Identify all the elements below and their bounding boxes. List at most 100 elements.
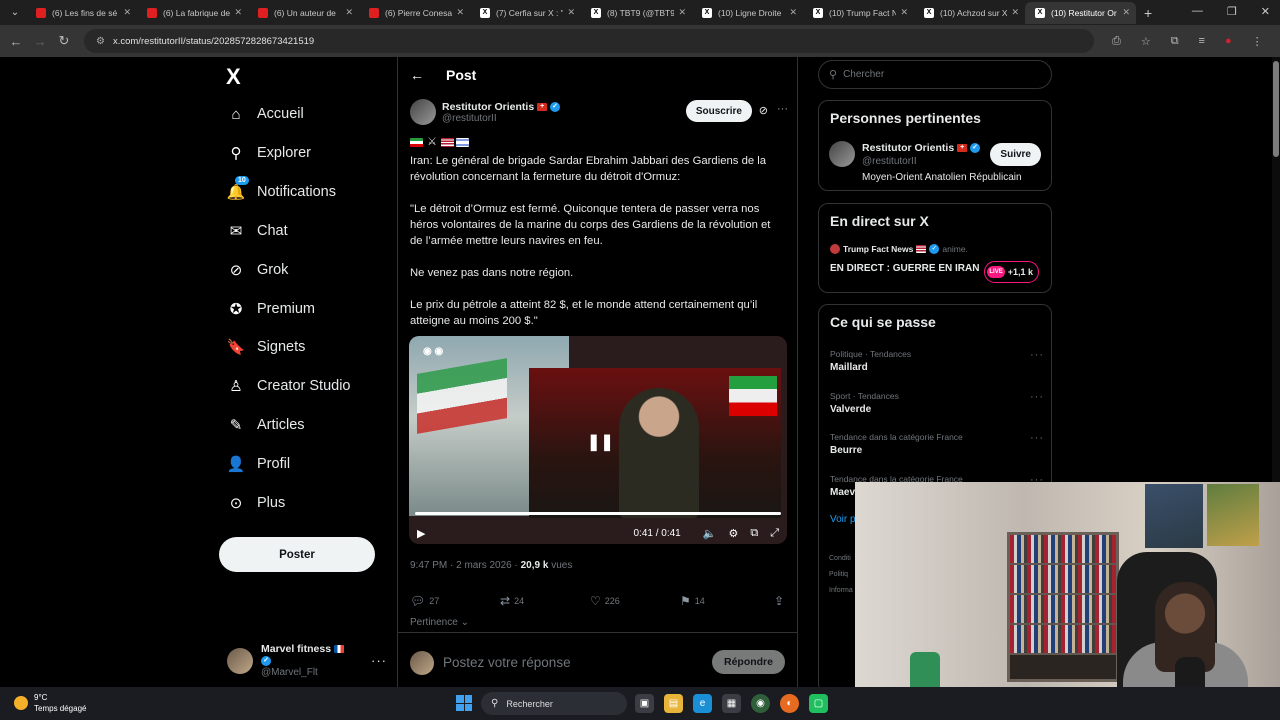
reload-icon[interactable]: ↻ xyxy=(52,33,76,49)
fullscreen-icon[interactable]: ⤢ xyxy=(770,527,779,540)
media-icon[interactable]: ≡ xyxy=(1199,35,1205,48)
browser-tab[interactable]: X (10) Ligne Droite ✕ xyxy=(692,2,803,24)
more-options-icon[interactable]: ··· xyxy=(777,103,788,115)
chrome-icon[interactable]: ◉ xyxy=(751,694,770,713)
close-tab-icon[interactable]: ✕ xyxy=(234,7,242,18)
task-view-icon[interactable]: ▣ xyxy=(635,694,654,713)
footer-link[interactable]: Conditi xyxy=(829,551,853,567)
repost-button[interactable]: ⇄ 24 xyxy=(500,594,590,608)
browser-tab[interactable]: X (10) Achzod sur X ✕ xyxy=(914,2,1025,24)
browser-tab[interactable]: (6) Les fins de sé ✕ xyxy=(26,2,137,24)
sidebar-item-accueil[interactable]: ⌂ Accueil xyxy=(227,99,303,129)
more-options-icon[interactable]: ··· xyxy=(1030,349,1044,361)
bookmark-button[interactable]: ⚑ 14 xyxy=(680,594,770,608)
follow-button[interactable]: Suivre xyxy=(990,143,1041,166)
profile-icon[interactable]: ● xyxy=(1225,35,1232,48)
edge-icon[interactable]: e xyxy=(693,694,712,713)
reply-button[interactable]: 💬︎ 27 xyxy=(410,594,500,608)
live-source[interactable]: Trump Fact News ✓ anime. xyxy=(830,244,968,254)
post-timestamp[interactable]: 9:47 PM · 2 mars 2026 · xyxy=(410,560,521,571)
sidebar-item-grok[interactable]: ⊘ Grok xyxy=(227,255,289,285)
trend-item[interactable]: Tendance dans la catégorie France Beurre ·… xyxy=(830,432,1044,456)
share-button[interactable]: ⇪ xyxy=(774,594,784,608)
restore-icon[interactable]: ❐ xyxy=(1227,5,1237,18)
sidebar-item-creator-studio[interactable]: ♙ Creator Studio xyxy=(227,371,350,401)
close-tab-icon[interactable]: ✕ xyxy=(1011,7,1019,18)
more-options-icon[interactable]: ··· xyxy=(1030,391,1044,403)
browser-tab[interactable]: (6) Pierre Conesa ✕ xyxy=(359,2,470,24)
sidebar-item-chat[interactable]: ✉ Chat xyxy=(227,216,288,246)
close-window-icon[interactable]: ✕ xyxy=(1261,5,1270,18)
close-tab-icon[interactable]: ✕ xyxy=(567,7,575,18)
author-handle[interactable]: @restitutorII xyxy=(442,113,560,124)
account-switcher[interactable]: Marvel fitness ✓ @Marvel_Flt ··· xyxy=(227,643,387,678)
avatar[interactable] xyxy=(829,141,855,167)
browser-tab[interactable]: X (10) Trump Fact N ✕ xyxy=(803,2,914,24)
close-tab-icon[interactable]: ✕ xyxy=(789,7,797,18)
more-options-icon[interactable]: ··· xyxy=(371,653,387,668)
avatar[interactable] xyxy=(410,99,436,125)
close-tab-icon[interactable]: ✕ xyxy=(678,7,686,18)
sidebar-item-notifications[interactable]: 🔔 10 Notifications xyxy=(227,175,336,207)
close-tab-icon[interactable]: ✕ xyxy=(1122,7,1130,18)
video-player[interactable]: ◉ ◉ ❚❚ ▶ 0:41 / 0:41 🔈 ⚙ ⧉ ⤢ xyxy=(409,336,787,544)
app-icon[interactable]: ▢ xyxy=(809,694,828,713)
more-options-icon[interactable]: ··· xyxy=(1030,432,1044,444)
taskbar-search[interactable]: ⚲ Rechercher xyxy=(481,692,627,715)
browser-tab[interactable]: (6) Un auteur de ✕ xyxy=(248,2,359,24)
url-field[interactable]: ⚙ x.com/restitutorII/status/202857282867… xyxy=(84,29,1094,53)
post-button[interactable]: Poster xyxy=(219,537,375,572)
footer-link[interactable]: Politiq xyxy=(829,567,853,583)
play-icon[interactable]: ▶ xyxy=(417,527,425,540)
tab-search-icon[interactable]: ⌄ xyxy=(4,2,26,24)
browser-tab[interactable]: (6) La fabrique de ✕ xyxy=(137,2,248,24)
footer-link[interactable]: Informa xyxy=(829,583,853,599)
pip-icon[interactable]: ⧉ xyxy=(750,527,758,540)
site-info-icon[interactable]: ⚙ xyxy=(96,36,105,47)
extensions-icon[interactable]: ⧉ xyxy=(1171,35,1179,48)
browser-menu-icon[interactable]: ⋮ xyxy=(1252,35,1263,48)
sidebar-item-profil[interactable]: 👤 Profil xyxy=(227,449,290,479)
forward-arrow-icon[interactable]: → xyxy=(28,34,52,49)
sidebar-item-articles[interactable]: ✎ Articles xyxy=(227,410,305,440)
subscribe-button[interactable]: Souscrire xyxy=(685,100,752,122)
close-tab-icon[interactable]: ✕ xyxy=(456,7,464,18)
pause-icon[interactable]: ❚❚ xyxy=(587,432,614,452)
firefox-icon[interactable]: ◐ xyxy=(780,694,799,713)
settings-icon[interactable]: ⚙ xyxy=(728,527,738,540)
relevant-name[interactable]: Restitutor Orientis + ✓ xyxy=(862,142,981,154)
back-arrow-icon[interactable]: ← xyxy=(4,34,28,49)
store-icon[interactable]: ▦ xyxy=(722,694,741,713)
sort-dropdown[interactable]: Pertinence ⌄ xyxy=(410,617,469,628)
close-tab-icon[interactable]: ✕ xyxy=(345,7,353,18)
minimize-icon[interactable]: — xyxy=(1192,5,1203,18)
browser-tab[interactable]: X (8) TBT9 (@TBT9 ✕ xyxy=(581,2,692,24)
close-tab-icon[interactable]: ✕ xyxy=(123,7,131,18)
volume-icon[interactable]: 🔈 xyxy=(703,527,717,540)
live-listeners-badge[interactable]: LIVE +1,1 k xyxy=(984,261,1039,283)
weather-widget[interactable]: 9°C Temps dégagé xyxy=(14,692,86,714)
windows-start-icon[interactable] xyxy=(456,695,472,711)
sidebar-item-plus[interactable]: ⊙ Plus xyxy=(227,488,286,518)
sidebar-item-premium[interactable]: ✪ Premium xyxy=(227,294,315,324)
grok-icon[interactable]: ⊘ xyxy=(759,104,768,117)
x-logo-icon[interactable]: X xyxy=(226,64,241,90)
install-app-icon[interactable]: ⎙ xyxy=(1112,35,1121,48)
video-progress-bar[interactable] xyxy=(415,512,781,515)
sidebar-item-explorer[interactable]: ⚲ Explorer xyxy=(227,138,312,168)
search-input[interactable] xyxy=(843,69,1024,80)
live-headline[interactable]: EN DIRECT : GUERRE EN IRAN xyxy=(830,263,979,274)
sidebar-item-signets[interactable]: 🔖 Signets xyxy=(227,332,306,362)
author-name[interactable]: Restitutor Orientis xyxy=(442,101,534,113)
trend-item[interactable]: Sport · Tendances Valverde ··· xyxy=(830,391,1044,415)
new-tab-button[interactable]: + xyxy=(1144,5,1152,21)
file-explorer-icon[interactable]: ▤ xyxy=(664,694,683,713)
browser-tab[interactable]: X (10) Restitutor Or ✕ xyxy=(1025,1,1136,24)
like-button[interactable]: ♡ 226 xyxy=(590,594,680,608)
browser-tab[interactable]: X (7) Cerfia sur X : " ✕ xyxy=(470,2,581,24)
star-icon[interactable]: ☆ xyxy=(1141,35,1151,48)
see-more-link[interactable]: Voir p xyxy=(830,514,856,525)
trend-item[interactable]: Politique · Tendances Maillard ··· xyxy=(830,349,1044,373)
scrollbar-thumb[interactable] xyxy=(1273,61,1279,157)
reply-input[interactable]: Postez votre réponse xyxy=(443,655,571,670)
